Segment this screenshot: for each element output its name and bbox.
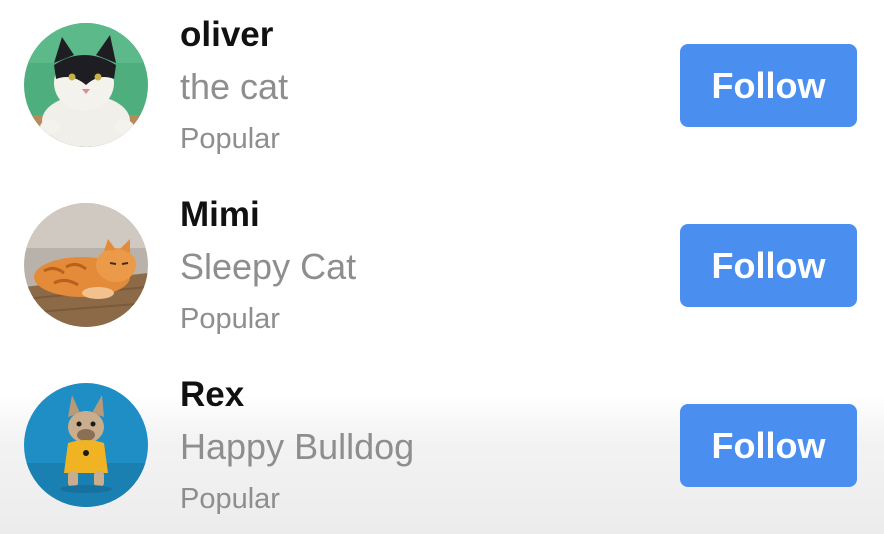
suggested-users-list: oliver the cat Popular Follow Mimi Sleep… <box>0 0 884 534</box>
avatar[interactable] <box>24 203 148 327</box>
user-row-mimi: Mimi Sleepy Cat Popular Follow <box>0 180 884 360</box>
orange-tabby-cat-photo-icon <box>24 203 148 327</box>
user-tag: Popular <box>180 123 280 155</box>
user-tag: Popular <box>180 483 280 515</box>
user-row-rex: Rex Happy Bulldog Popular Follow <box>0 360 884 534</box>
follow-button[interactable]: Follow <box>680 224 857 307</box>
french-bulldog-photo-icon <box>24 383 148 507</box>
user-tag: Popular <box>180 303 280 335</box>
tuxedo-cat-photo-icon <box>24 23 148 147</box>
user-name[interactable]: oliver <box>180 15 273 55</box>
user-description: Happy Bulldog <box>180 426 415 467</box>
user-row-oliver: oliver the cat Popular Follow <box>0 0 884 180</box>
user-description: the cat <box>180 66 289 107</box>
user-name[interactable]: Rex <box>180 375 244 415</box>
follow-button[interactable]: Follow <box>680 404 857 487</box>
user-description: Sleepy Cat <box>180 246 357 287</box>
avatar[interactable] <box>24 23 148 147</box>
follow-button[interactable]: Follow <box>680 44 857 127</box>
avatar[interactable] <box>24 383 148 507</box>
user-name[interactable]: Mimi <box>180 195 260 235</box>
